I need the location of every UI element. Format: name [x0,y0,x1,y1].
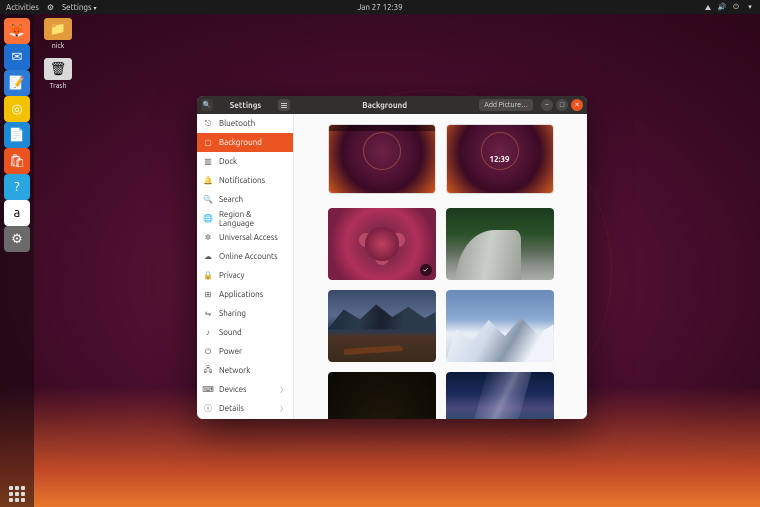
devices-icon: ⌨ [203,385,213,395]
details-icon: ⓘ [203,404,213,414]
sidebar-item-label: Sharing [219,309,246,318]
dock-settings[interactable]: ⚙ [4,226,30,252]
volume-icon: 🔊 [718,3,726,11]
wallpaper-mountain-lake-boat[interactable] [328,290,436,362]
sidebar-item-power[interactable]: ⏻ Power [197,342,293,361]
sidebar-item-sharing[interactable]: ⇋ Sharing [197,304,293,323]
desktop-icon-home[interactable]: 📁 nick [40,18,76,50]
sidebar-item-region-language[interactable]: 🌐 Region & Language [197,209,293,228]
sidebar-item-label: Background [219,138,262,147]
bell-icon: 🔔 [203,176,213,186]
close-button[interactable]: ✕ [571,99,583,111]
chevron-down-icon: ▾ [746,3,754,11]
sidebar-item-label: Power [219,347,242,356]
panel-title: Background [294,101,475,110]
network-icon: 🖧 [203,366,213,376]
sidebar-item-sound[interactable]: ♪ Sound [197,323,293,342]
sidebar-item-details[interactable]: ⓘ Details 〉 [197,399,293,418]
sidebar-item-dock[interactable]: ▥ Dock [197,152,293,171]
network-status-icon [704,3,712,11]
clock[interactable]: Jan 27 12:39 [357,3,402,12]
share-icon: ⇋ [203,309,213,319]
background-panel: 12:39 ✓ [294,114,587,419]
power-status-icon: ⏻ [732,3,740,11]
sidebar-item-label: Universal Access [219,233,278,242]
sidebar-item-notifications[interactable]: 🔔 Notifications [197,171,293,190]
settings-window: 🔍 Settings Background Add Picture… – □ ✕… [197,96,587,419]
sidebar-item-label: Network [219,366,250,375]
activities-button[interactable]: Activities [6,3,39,12]
maximize-button[interactable]: □ [556,99,568,111]
background-icon: ▢ [203,138,213,148]
sidebar-item-label: Bluetooth [219,119,255,128]
sidebar-item-label: Dock [219,157,237,166]
menu-button[interactable] [278,99,290,111]
sidebar-item-label: Notifications [219,176,265,185]
chevron-right-icon: 〉 [280,385,287,395]
sidebar-item-search[interactable]: 🔍 Search [197,190,293,209]
app-title: Settings [217,101,274,110]
desktop-icon-label: nick [40,42,76,50]
sidebar-item-label: Region & Language [219,210,287,228]
apps-icon: ⊞ [203,290,213,300]
dock-help[interactable]: ? [4,174,30,200]
app-menu[interactable]: Settings [62,3,97,12]
dock-rhythmbox[interactable]: ◎ [4,96,30,122]
chevron-right-icon: 〉 [280,404,287,414]
dock-icon: ▥ [203,157,213,167]
minimize-button[interactable]: – [541,99,553,111]
top-bar: Activities ⚙ Settings Jan 27 12:39 🔊 ⏻ ▾ [0,0,760,14]
dock-amazon[interactable]: a [4,200,30,226]
lock-screen-preview[interactable]: 12:39 [446,124,554,194]
sidebar-item-label: Devices [219,385,247,394]
sidebar-item-online-accounts[interactable]: ☁ Online Accounts [197,247,293,266]
dock-libreoffice[interactable]: 📄 [4,122,30,148]
sidebar-item-privacy[interactable]: 🔒 Privacy [197,266,293,285]
search-button[interactable]: 🔍 [201,99,213,111]
desktop-background-preview[interactable] [328,124,436,194]
sidebar-item-devices[interactable]: ⌨ Devices 〉 [197,380,293,399]
globe-icon: 🌐 [203,214,213,224]
selected-check-icon: ✓ [420,264,432,276]
desktop-icon-trash[interactable]: 🗑 Trash [40,58,76,90]
sidebar-item-network[interactable]: 🖧 Network [197,361,293,380]
dock: 🦊✉📝◎📄🛍?a⚙ [0,14,34,507]
sidebar-item-applications[interactable]: ⊞ Applications [197,285,293,304]
accessibility-icon: ✲ [203,233,213,243]
power-icon: ⏻ [203,347,213,357]
dock-firefox[interactable]: 🦊 [4,18,30,44]
titlebar: 🔍 Settings Background Add Picture… – □ ✕ [197,96,587,114]
desktop-icon-label: Trash [40,82,76,90]
dock-thunderbird[interactable]: ✉ [4,44,30,70]
cloud-icon: ☁ [203,252,213,262]
wallpaper-snowy-peaks[interactable] [446,290,554,362]
lock-icon: 🔒 [203,271,213,281]
dock-gedit[interactable]: 📝 [4,70,30,96]
sidebar-item-universal-access[interactable]: ✲ Universal Access [197,228,293,247]
sidebar-item-label: Search [219,195,243,204]
wallpaper-dark-branches[interactable] [328,372,436,419]
bluetooth-icon: ⎋ [203,119,213,129]
dock-software[interactable]: 🛍 [4,148,30,174]
system-status-area[interactable]: 🔊 ⏻ ▾ [704,3,754,11]
sidebar-item-background[interactable]: ▢ Background [197,133,293,152]
sidebar-item-label: Privacy [219,271,244,280]
search-icon: 🔍 [203,195,213,205]
wallpaper-ubuntu-abstract-circle[interactable]: ✓ [328,208,436,280]
wallpaper-milky-way-mountains[interactable] [446,372,554,419]
settings-sidebar: ⎋ Bluetooth ▢ Background ▥ Dock 🔔 Notifications… [197,114,294,419]
sound-icon: ♪ [203,328,213,338]
sidebar-item-label: Applications [219,290,263,299]
desktop-icons: 📁 nick 🗑 Trash [40,18,76,90]
lock-screen-time: 12:39 [447,155,553,164]
settings-app-icon: ⚙ [47,3,54,12]
sidebar-item-bluetooth[interactable]: ⎋ Bluetooth [197,114,293,133]
sidebar-item-label: Online Accounts [219,252,278,261]
sidebar-item-label: Sound [219,328,242,337]
wallpaper-garden-stone-path[interactable] [446,208,554,280]
add-picture-button[interactable]: Add Picture… [479,99,533,111]
show-applications-button[interactable] [4,481,30,507]
sidebar-item-label: Details [219,404,244,413]
